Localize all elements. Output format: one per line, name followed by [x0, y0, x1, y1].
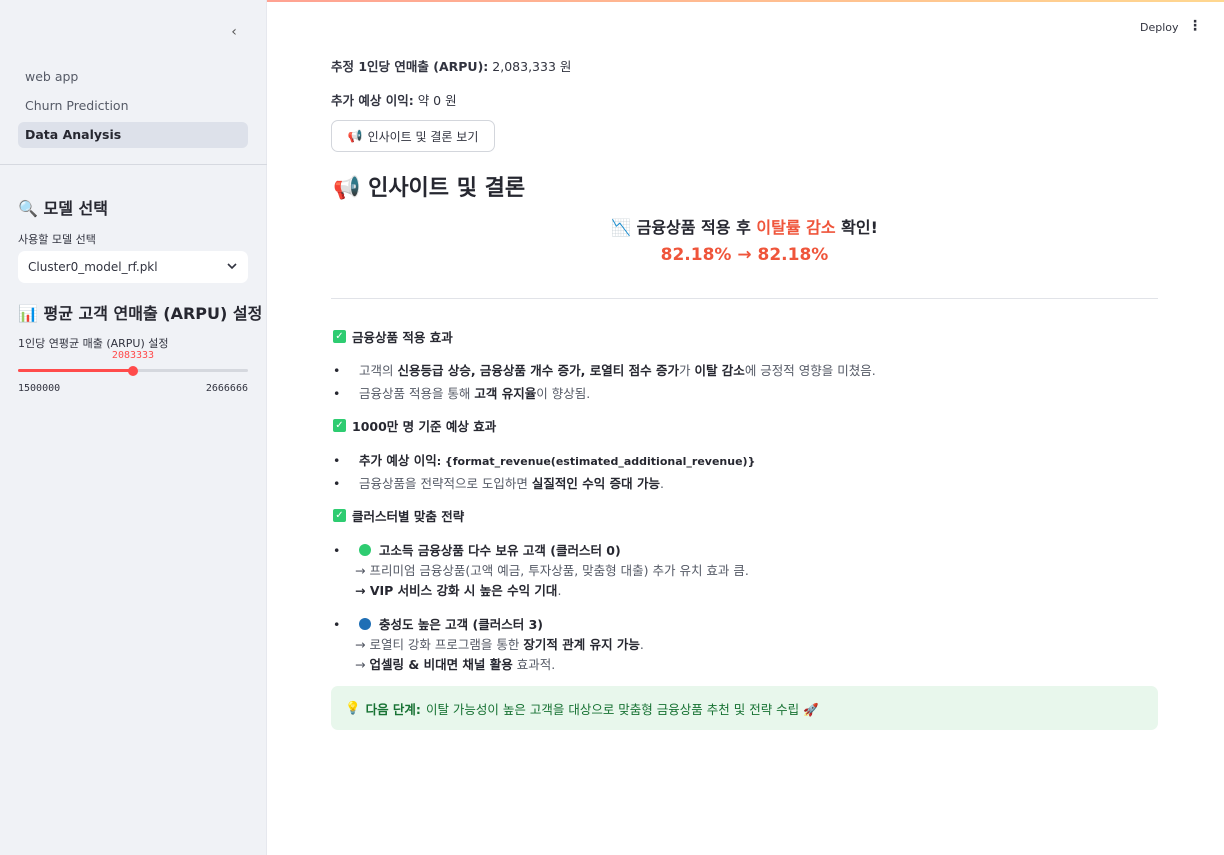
sidebar-divider	[0, 164, 267, 165]
sidebar: ‹ web app Churn Prediction Data Analysis…	[0, 0, 267, 855]
check-icon: ✓	[333, 330, 346, 343]
bullet-bold-text: 실질적인 수익 증대 가능	[531, 476, 660, 491]
lightbulb-icon: 💡	[345, 700, 361, 715]
bullet-bold-text: 이탈 감소	[694, 363, 745, 378]
slider-max-value: 2666666	[205, 383, 248, 394]
bullet-dot: •	[333, 363, 341, 378]
show-insights-button-label: 인사이트 및 결론 보기	[367, 129, 479, 144]
slider-current-value: 2083333	[111, 350, 155, 361]
cluster-detail: → 로열티 강화 프로그램을 통한 장기적 관계 유지 가능.	[355, 634, 644, 653]
bullet-text: 금융상품을 전략적으로 도입하면	[358, 476, 528, 491]
bullet-bold-text: 신용등급 상승, 금융상품 개수 증가, 로열티 점수 증가	[397, 363, 679, 378]
page-title-text: 인사이트 및 결론	[368, 176, 526, 201]
bullet-dot: •	[333, 453, 341, 468]
check-icon: ✓	[333, 509, 346, 522]
bullet-text: 금융상품 적용을 통해	[358, 386, 471, 401]
cluster-title: 고소득 금융상품 다수 보유 고객 (클러스터 0)	[378, 543, 621, 558]
arpu-slider[interactable]: 2083333 1500000 2666666	[18, 350, 248, 400]
collapse-sidebar-icon[interactable]: ‹	[224, 22, 244, 42]
cluster-detail-text: .	[557, 583, 562, 598]
magnifier-icon: 🔍	[18, 199, 38, 218]
model-select-label: 사용할 모델 선택	[18, 233, 96, 246]
bullet-code-text: : {format_revenue(estimated_additional_r…	[436, 455, 756, 468]
sidebar-item-web-app[interactable]: web app	[18, 64, 248, 90]
chevron-down-icon	[226, 260, 238, 275]
chart-decreasing-icon: 📉	[611, 218, 632, 237]
sidebar-nav: web app Churn Prediction Data Analysis	[18, 64, 248, 151]
blue-circle-icon	[358, 618, 371, 630]
main-menu-icon[interactable]: ⋮	[1188, 18, 1202, 34]
bullet-text: 가	[678, 363, 691, 378]
model-select-heading: 🔍 모델 선택	[18, 195, 108, 219]
arpu-estimate: 추정 1인당 연매출 (ARPU): 2,083,333 원	[331, 56, 571, 75]
arpu-setting-heading-text: 평균 고객 연매출 (ARPU) 설정	[43, 304, 263, 323]
bullet-bold-text: 고객 유지율	[474, 386, 537, 401]
additional-profit-label: 추가 예상 이익:	[331, 93, 414, 108]
bar-chart-icon: 📊	[18, 304, 38, 323]
cluster-detail-bold: 장기적 관계 유지 가능	[523, 637, 640, 652]
arpu-estimate-value: 2,083,333 원	[492, 59, 572, 74]
arpu-estimate-label: 추정 1인당 연매출 (ARPU):	[331, 59, 489, 74]
check-icon: ✓	[333, 419, 346, 432]
slider-min-value: 1500000	[18, 383, 61, 394]
megaphone-icon: 📢	[347, 129, 363, 143]
bullet-dot: •	[333, 386, 341, 401]
sidebar-item-data-analysis[interactable]: Data Analysis	[18, 122, 248, 148]
show-insights-button[interactable]: 📢 인사이트 및 결론 보기	[331, 120, 495, 152]
section-cluster-strategy-text: 클러스터별 맞춤 전략	[352, 509, 465, 524]
section-expected-effect-title: ✓ 1000만 명 기준 예상 효과	[333, 416, 496, 435]
cluster-detail-text: →	[355, 657, 366, 672]
cluster-detail: → 프리미엄 금융상품(고액 예금, 투자상품, 맞춤형 대출) 추가 유치 효…	[355, 563, 749, 578]
cluster-detail-text: 효과적.	[516, 657, 556, 672]
additional-profit: 추가 예상 이익: 약 0 원	[331, 90, 457, 109]
section-product-effect-title: ✓ 금융상품 적용 효과	[333, 327, 453, 346]
cluster-detail: → VIP 서비스 강화 시 높은 수익 기대.	[355, 580, 561, 599]
churn-result-highlight: 이탈률 감소	[756, 218, 836, 237]
megaphone-icon: 📢	[333, 176, 361, 201]
list-item: • 충성도 높은 고객 (클러스터 3)	[333, 614, 543, 633]
bullet-dot: •	[333, 543, 341, 558]
next-step-text: 이탈 가능성이 높은 고객을 대상으로 맞춤형 금융상품 추천 및 전략 수립 …	[425, 701, 819, 717]
model-select[interactable]: Cluster0_model_rf.pkl	[18, 251, 248, 283]
arpu-setting-heading: 📊 평균 고객 연매출 (ARPU) 설정	[18, 300, 262, 324]
cluster-detail-text: .	[639, 637, 644, 652]
churn-rate-change: 82.18% → 82.18%	[660, 245, 829, 265]
slider-fill	[18, 369, 133, 372]
cluster-title: 충성도 높은 고객 (클러스터 3)	[378, 617, 543, 632]
green-circle-icon	[358, 544, 371, 556]
page-title: 📢 인사이트 및 결론	[333, 170, 525, 202]
churn-result-prefix: 금융상품 적용 후	[636, 218, 751, 237]
list-item: • 금융상품 적용을 통해 고객 유지율이 향상됨.	[333, 383, 590, 402]
arpu-slider-label: 1인당 연평균 매출 (ARPU) 설정	[18, 337, 169, 350]
next-step-label: 다음 단계:	[365, 701, 421, 717]
list-item: • 고객의 신용등급 상승, 금융상품 개수 증가, 로열티 점수 증가가 이탈…	[333, 360, 876, 379]
additional-profit-value: 약 0 원	[417, 93, 457, 108]
section-product-effect-text: 금융상품 적용 효과	[352, 330, 453, 345]
sidebar-item-churn-prediction[interactable]: Churn Prediction	[18, 93, 248, 119]
churn-result-title: 📉 금융상품 적용 후 이탈률 감소 확인!	[331, 214, 1158, 238]
bullet-dot: •	[333, 476, 341, 491]
cluster-detail-text: → 로열티 강화 프로그램을 통한	[355, 637, 520, 652]
model-select-value: Cluster0_model_rf.pkl	[28, 260, 158, 274]
bullet-dot: •	[333, 617, 341, 632]
deploy-button[interactable]: Deploy	[1140, 21, 1179, 34]
cluster-detail-bold: → VIP 서비스 강화 시 높은 수익 기대	[355, 583, 558, 598]
section-expected-effect-text: 1000만 명 기준 예상 효과	[352, 419, 497, 434]
section-divider	[331, 298, 1158, 299]
slider-thumb[interactable]	[128, 366, 138, 376]
bullet-text: 에 긍정적 영향을 미쳤음.	[744, 363, 876, 378]
next-step-callout: 💡 다음 단계: 이탈 가능성이 높은 고객을 대상으로 맞춤형 금융상품 추천…	[331, 686, 1158, 730]
bullet-text: .	[659, 476, 664, 491]
list-item: • 추가 예상 이익: {format_revenue(estimated_ad…	[333, 450, 755, 469]
model-select-heading-text: 모델 선택	[43, 199, 108, 218]
section-cluster-strategy-title: ✓ 클러스터별 맞춤 전략	[333, 506, 464, 525]
churn-result-suffix: 확인!	[841, 218, 878, 237]
cluster-detail: → 업셀링 & 비대면 채널 활용 효과적.	[355, 654, 555, 673]
bullet-bold-text: 추가 예상 이익	[358, 453, 437, 468]
list-item: • 고소득 금융상품 다수 보유 고객 (클러스터 0)	[333, 540, 621, 559]
cluster-detail-bold: 업셀링 & 비대면 채널 활용	[369, 657, 513, 672]
list-item: • 금융상품을 전략적으로 도입하면 실질적인 수익 증대 가능.	[333, 473, 664, 492]
bullet-text: 고객의	[358, 363, 394, 378]
bullet-text: 이 향상됨.	[536, 386, 591, 401]
